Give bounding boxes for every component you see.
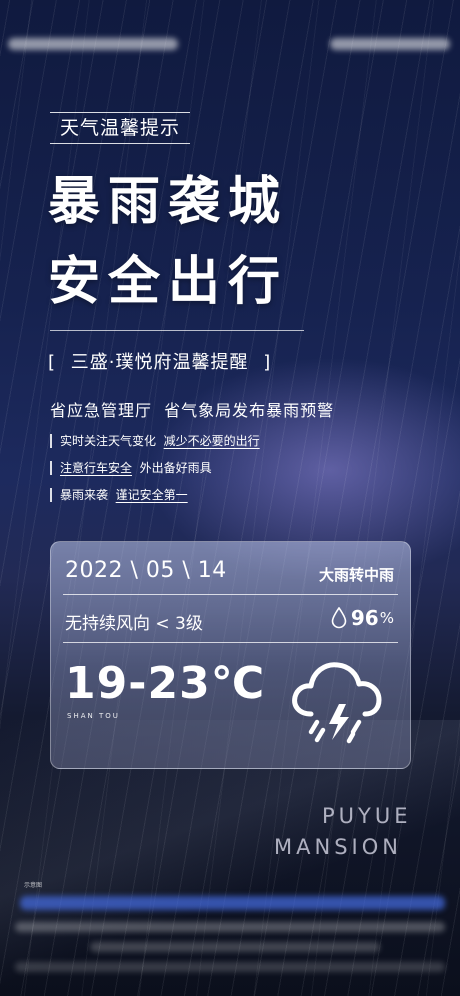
tip-text: 实时关注天气变化 xyxy=(60,434,157,448)
weather-date: 2022 \ 05 \ 14 xyxy=(65,558,227,583)
headline-line2: 安全出行 xyxy=(48,252,289,312)
tag-title: 天气温馨提示 xyxy=(50,112,190,144)
headline-line1: 暴雨袭城 xyxy=(48,172,289,232)
temperature: 19-23℃ xyxy=(65,658,266,709)
bracket-close: ] xyxy=(263,352,272,373)
water-drop-icon xyxy=(331,607,347,629)
blurred-header-left xyxy=(8,38,178,50)
blurred-header-right xyxy=(330,38,450,50)
weather-card: 2022 \ 05 \ 14 大雨转中雨 无持续风向 < 3级 96 % 19-… xyxy=(50,541,411,769)
tip-item: 暴雨来袭 谨记安全第一 xyxy=(50,488,188,502)
card-divider xyxy=(63,594,398,595)
humidity-value: 96 xyxy=(350,606,379,630)
humidity: 96 % xyxy=(331,606,394,630)
tip-text: 暴雨来袭 xyxy=(60,488,109,502)
city-name: SHAN TOU xyxy=(67,712,120,720)
blurred-footer-bar-blue xyxy=(20,896,445,910)
wind-info: 无持续风向 < 3级 xyxy=(65,614,203,634)
blurred-footer-bar-2 xyxy=(90,942,380,952)
tip-item: 实时关注天气变化 减少不必要的出行 xyxy=(50,434,260,448)
brand-line2: MANSION xyxy=(274,835,402,859)
sponsor-line: [ 三盛·璞悦府温馨提醒 ] xyxy=(48,348,271,374)
sponsor-name: 三盛·璞悦府温馨提醒 xyxy=(70,352,249,373)
bracket-open: [ xyxy=(48,352,57,373)
humidity-unit: % xyxy=(379,609,394,627)
card-divider xyxy=(63,642,398,643)
footnote-label: 示意图 xyxy=(24,882,43,889)
tip-text-underlined: 谨记安全第一 xyxy=(115,488,188,502)
rain-cloud-lightning-icon xyxy=(292,662,382,744)
divider xyxy=(50,330,304,331)
blurred-footer-bar-1 xyxy=(15,922,445,932)
warning-notice: 省应急管理厅 省气象局发布暴雨预警 xyxy=(50,401,335,420)
tip-text: 外出备好雨具 xyxy=(139,461,212,475)
tip-item: 注意行车安全 外出备好雨具 xyxy=(50,461,212,475)
tip-text-underlined: 减少不必要的出行 xyxy=(163,434,260,448)
brand-line1: PUYUE xyxy=(322,804,412,828)
tip-text-underlined: 注意行车安全 xyxy=(60,461,133,475)
blurred-footer-bar-3 xyxy=(15,962,445,972)
weather-condition: 大雨转中雨 xyxy=(318,566,394,584)
